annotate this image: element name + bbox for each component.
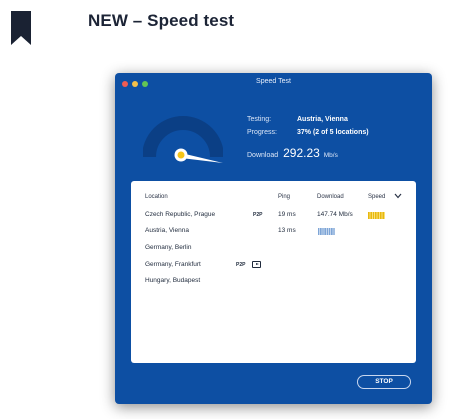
window-title: Speed Test bbox=[256, 78, 291, 85]
progress-row: Progress: 37% (2 of 5 locations) bbox=[247, 129, 369, 136]
progress-label: Progress: bbox=[247, 129, 277, 136]
location-cell: Germany, Frankfurt bbox=[145, 261, 201, 268]
location-cell: Czech Republic, Prague bbox=[145, 211, 216, 218]
testing-row: Testing: Austria, Vienna bbox=[247, 116, 348, 123]
column-header-speed[interactable]: Speed bbox=[368, 194, 385, 200]
stop-button[interactable]: STOP bbox=[357, 375, 411, 389]
location-cell: Hungary, Budapest bbox=[145, 277, 201, 284]
chevron-down-icon[interactable] bbox=[394, 193, 402, 199]
download-label: Download bbox=[247, 152, 279, 159]
download-row: Download 292.23 Mb/s bbox=[247, 146, 338, 160]
page-title: NEW – Speed test bbox=[88, 11, 235, 30]
location-cell: Germany, Berlin bbox=[145, 244, 192, 251]
testing-value: Austria, Vienna bbox=[297, 116, 348, 123]
download-cell: 147.74 Mb/s bbox=[317, 211, 353, 218]
p2p-badge: P2P bbox=[253, 212, 263, 218]
download-value: 292.23 bbox=[283, 146, 320, 160]
progress-value: 37% (2 of 5 locations) bbox=[297, 129, 369, 136]
column-header-download[interactable]: Download bbox=[317, 194, 344, 200]
streaming-icon bbox=[252, 261, 261, 268]
ping-cell: 19 ms bbox=[278, 211, 296, 218]
speed-test-window: Speed Test Testing: Austria, Vienna Prog… bbox=[115, 73, 432, 404]
testing-label: Testing: bbox=[247, 116, 272, 123]
column-header-ping[interactable]: Ping bbox=[278, 194, 290, 200]
download-progress-bars bbox=[318, 228, 335, 235]
bookmark-icon bbox=[11, 11, 31, 45]
download-unit: Mb/s bbox=[323, 152, 338, 159]
location-cell: Austria, Vienna bbox=[145, 227, 189, 234]
gauge-icon bbox=[143, 116, 223, 163]
speed-bars bbox=[368, 212, 385, 219]
column-header-location[interactable]: Location bbox=[145, 194, 168, 200]
results-table: Location Ping Download Speed Czech Repub… bbox=[131, 181, 416, 363]
p2p-badge: P2P bbox=[236, 262, 246, 268]
ping-cell: 13 ms bbox=[278, 227, 296, 234]
